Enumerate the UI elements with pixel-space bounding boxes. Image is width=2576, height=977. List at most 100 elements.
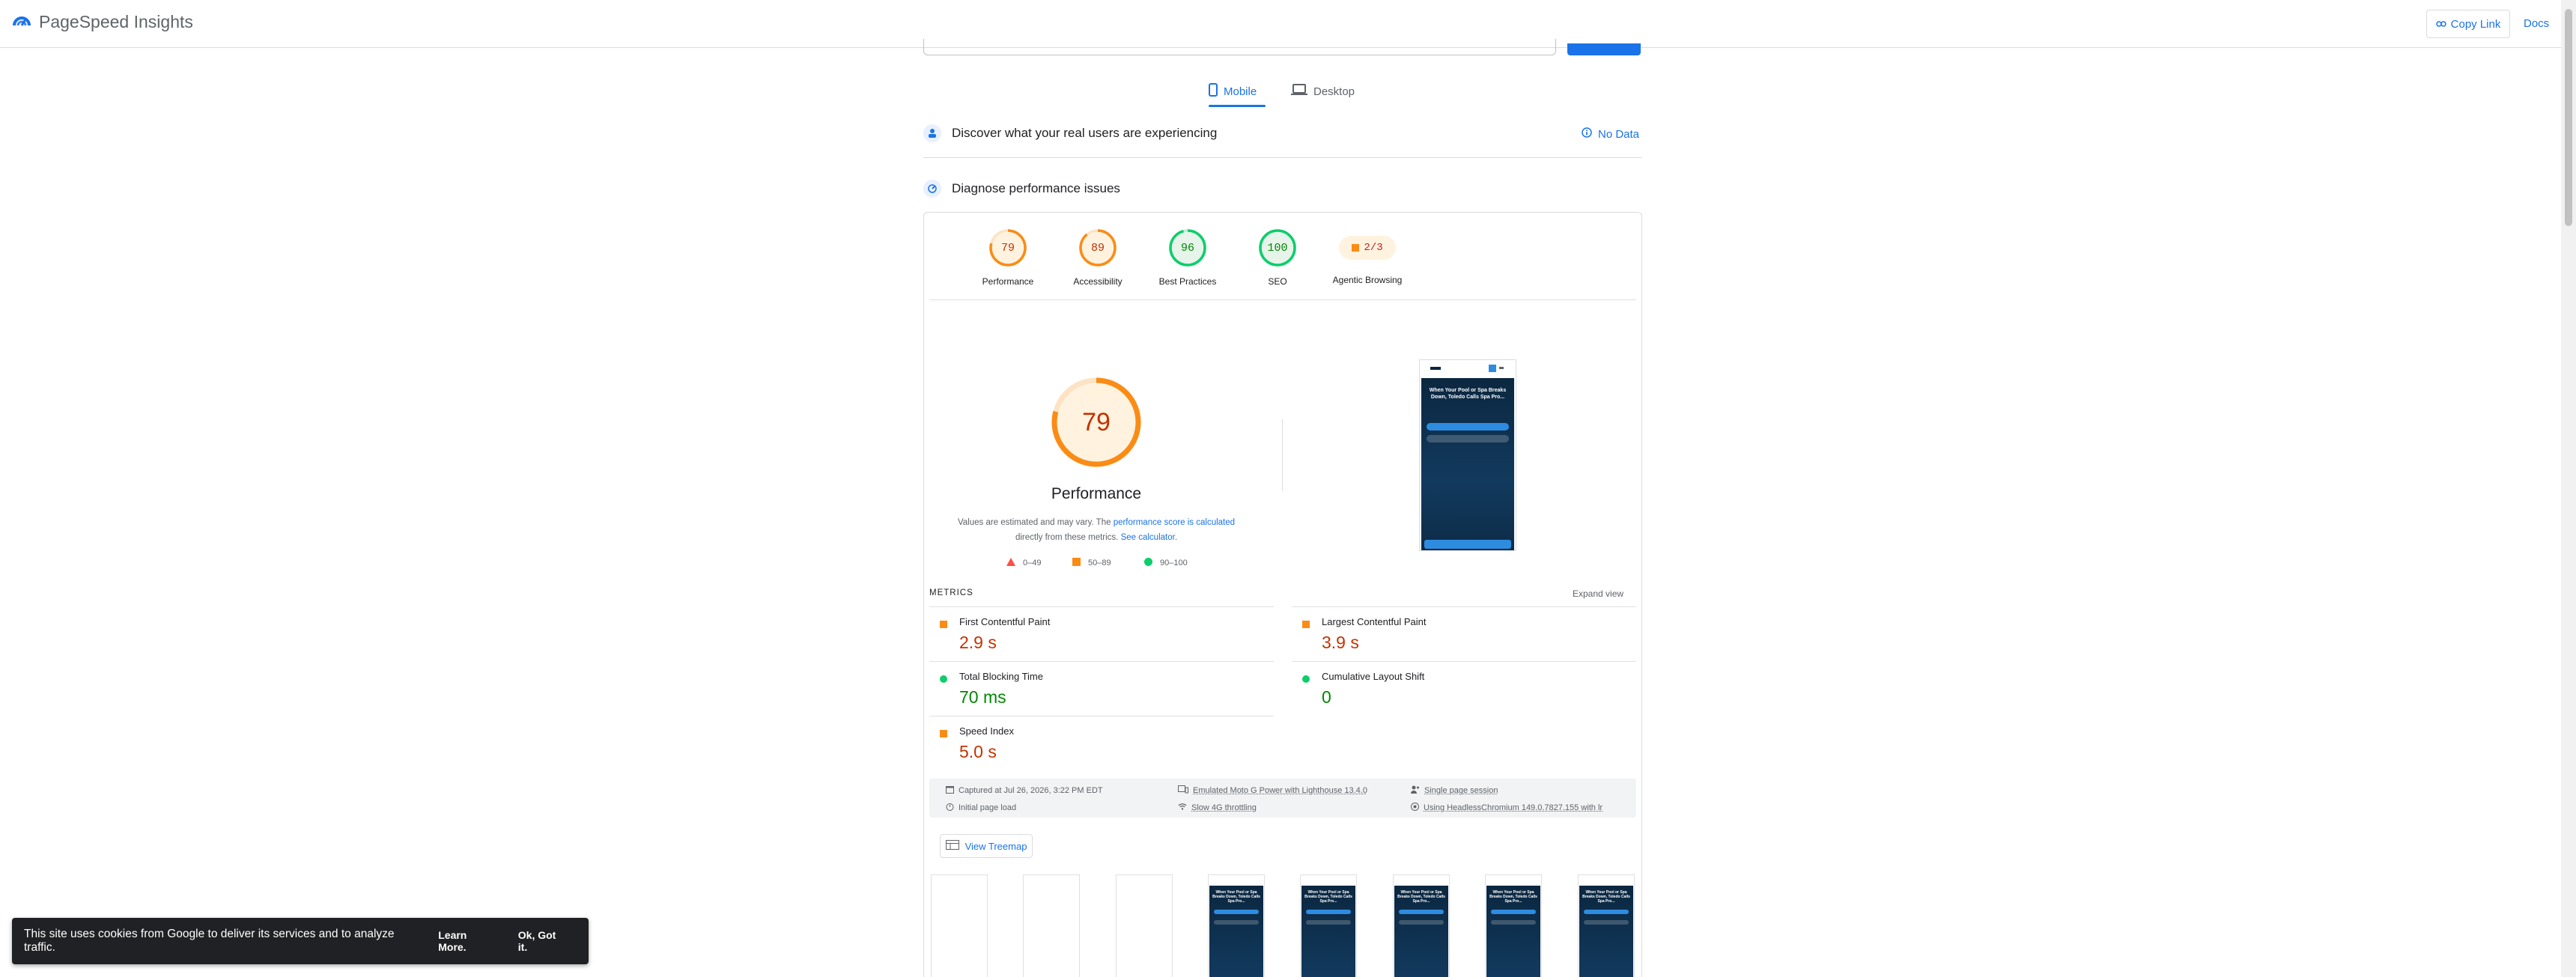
- metric-value: 5.0 s: [959, 742, 997, 761]
- gauge-best-practices[interactable]: 96 Best Practices: [1143, 228, 1233, 287]
- score-calculated-link[interactable]: performance score is calculated: [1114, 518, 1235, 527]
- phone-icon: [1209, 83, 1218, 100]
- info-captured: Captured at Jul 26, 2026, 3:22 PM EDT: [946, 785, 1103, 796]
- tab-mobile[interactable]: Mobile: [1209, 76, 1257, 106]
- copy-link-button[interactable]: Copy Link: [2426, 10, 2510, 38]
- analyze-button[interactable]: [1567, 43, 1641, 55]
- metric-name: Speed Index: [959, 725, 1015, 737]
- view-treemap-button[interactable]: View Treemap: [940, 834, 1033, 858]
- metric-value: 0: [1322, 687, 1331, 707]
- info-browser[interactable]: Using HeadlessChromium 149.0.7827.155 wi…: [1411, 803, 1603, 813]
- laptop-icon: [1291, 84, 1307, 99]
- gauge-score: 2/3: [1364, 242, 1383, 254]
- brand-title: PageSpeed Insights: [39, 12, 193, 31]
- cookie-banner: This site uses cookies from Google to de…: [12, 918, 589, 964]
- orange-square-icon: [940, 728, 947, 737]
- tab-desktop[interactable]: Desktop: [1291, 76, 1355, 106]
- info-device-text: Emulated Moto G Power with Lighthouse 13…: [1193, 786, 1367, 795]
- timer-icon: [946, 803, 954, 813]
- performance-score: 79: [1082, 407, 1111, 436]
- metric-lcp: Largest Contentful Paint 3.9 s: [1292, 606, 1636, 660]
- gauge-accessibility[interactable]: 89 Accessibility: [1053, 228, 1143, 287]
- gauge-performance[interactable]: 79 Performance: [963, 228, 1053, 287]
- final-screenshot[interactable]: When Your Pool or Spa Breaks Down, Toled…: [1419, 359, 1516, 551]
- scrollbar-thumb[interactable]: [2565, 9, 2572, 226]
- legend-pass-label: 90–100: [1160, 558, 1188, 567]
- green-circle-icon: [1302, 673, 1310, 683]
- page-scrollbar[interactable]: [2561, 0, 2576, 977]
- estimate-text-2: directly from these metrics.: [1015, 533, 1121, 542]
- agentic-pill: 2/3: [1339, 236, 1396, 260]
- metric-name: Total Blocking Time: [959, 671, 1043, 682]
- metric-value: 3.9 s: [1322, 633, 1359, 652]
- frame-headline: When Your Pool or Spa Breaks Down, Toled…: [1212, 890, 1260, 904]
- estimate-note: Values are estimated and may vary. The p…: [947, 515, 1246, 545]
- info-session[interactable]: Single page session: [1411, 785, 1498, 796]
- ok-got-it-button[interactable]: Ok, Got it.: [518, 929, 568, 953]
- frame-headline: When Your Pool or Spa Breaks Down, Toled…: [1397, 890, 1445, 904]
- metrics-heading: METRICS: [929, 588, 973, 597]
- filmstrip-frame: [931, 874, 988, 977]
- metric-value: 70 ms: [959, 687, 1006, 707]
- green-circle-icon: [940, 673, 947, 683]
- info-throttling[interactable]: Slow 4G throttling: [1178, 803, 1257, 812]
- filmstrip-frame: When Your Pool or Spa Breaks Down, Toled…: [1208, 874, 1265, 977]
- gauge-agentic-browsing[interactable]: 2/3 Agentic Browsing: [1322, 228, 1412, 285]
- gauge-score: 96: [1180, 241, 1194, 255]
- pagespeed-logo-icon: [12, 10, 31, 34]
- phone-call-button: [1427, 435, 1509, 442]
- info-icon: [1582, 127, 1592, 141]
- legend-fail-label: 0–49: [1023, 558, 1042, 567]
- estimate-text-1: Values are estimated and may vary. The: [957, 518, 1114, 527]
- docs-link[interactable]: Docs: [2524, 17, 2549, 30]
- gauges-divider: [929, 299, 1636, 300]
- green-circle-icon: [1144, 558, 1152, 568]
- chromium-icon: [1411, 803, 1419, 813]
- page-root: PageSpeed Insights Copy Link Docs Mobile…: [0, 0, 2576, 977]
- filmstrip-frame: [1023, 874, 1080, 977]
- expand-view-toggle[interactable]: Expand view: [1573, 588, 1623, 599]
- no-data-indicator[interactable]: No Data: [1582, 127, 1639, 141]
- see-calculator-link[interactable]: See calculator.: [1121, 533, 1177, 542]
- performance-big-gauge: 79: [1050, 376, 1143, 469]
- metric-name: Largest Contentful Paint: [1322, 616, 1427, 627]
- active-tab-indicator: [1209, 105, 1266, 107]
- filmstrip-frame: When Your Pool or Spa Breaks Down, Toled…: [1393, 874, 1450, 977]
- url-input[interactable]: [923, 39, 1556, 55]
- users-icon: [923, 124, 941, 142]
- gauge-score: 79: [1000, 241, 1015, 255]
- metric-name: Cumulative Layout Shift: [1322, 671, 1425, 682]
- brand[interactable]: PageSpeed Insights: [12, 10, 193, 34]
- metric-name: First Contentful Paint: [959, 616, 1051, 627]
- category-gauges: 79 Performance 89 Accessibility 96 Best …: [923, 228, 1642, 288]
- phone-hero: When Your Pool or Spa Breaks Down, Toled…: [1421, 378, 1514, 550]
- average-square-icon: [1352, 244, 1360, 252]
- link-icon: [2435, 18, 2446, 31]
- phone-sticky-bar: [1424, 540, 1511, 549]
- gauge-label: Accessibility: [1073, 276, 1123, 287]
- filmstrip-frame: When Your Pool or Spa Breaks Down, Toled…: [1300, 874, 1357, 977]
- performance-title: Performance: [1051, 485, 1142, 502]
- gauge-ring: 96: [1168, 228, 1207, 267]
- info-session-text: Single page session: [1424, 786, 1498, 795]
- no-data-label: No Data: [1598, 127, 1640, 141]
- copy-link-label: Copy Link: [2450, 17, 2501, 31]
- info-browser-text: Using HeadlessChromium 149.0.7827.155 wi…: [1424, 803, 1603, 812]
- info-throttling-text: Slow 4G throttling: [1191, 803, 1257, 812]
- orange-square-icon: [1302, 618, 1310, 628]
- gauge-ring: 79: [988, 228, 1027, 267]
- metric-value: 2.9 s: [959, 633, 997, 652]
- gauge-label: Performance: [982, 276, 1034, 287]
- gauge-seo[interactable]: 100 SEO: [1233, 228, 1322, 287]
- person-icon: [1411, 785, 1420, 796]
- diagnose-header: Diagnose performance issues: [923, 180, 1120, 198]
- learn-more-link[interactable]: Learn More.: [438, 929, 497, 953]
- gauge-score: 89: [1090, 241, 1105, 255]
- filmstrip-frame: [1116, 874, 1173, 977]
- gauge-ring: 89: [1078, 228, 1117, 267]
- info-device[interactable]: Emulated Moto G Power with Lighthouse 13…: [1178, 785, 1367, 796]
- frame-headline: When Your Pool or Spa Breaks Down, Toled…: [1304, 890, 1352, 904]
- info-initial-load: Initial page load: [946, 803, 1016, 813]
- wifi-icon: [1178, 803, 1187, 812]
- gauge-score: 100: [1267, 241, 1288, 255]
